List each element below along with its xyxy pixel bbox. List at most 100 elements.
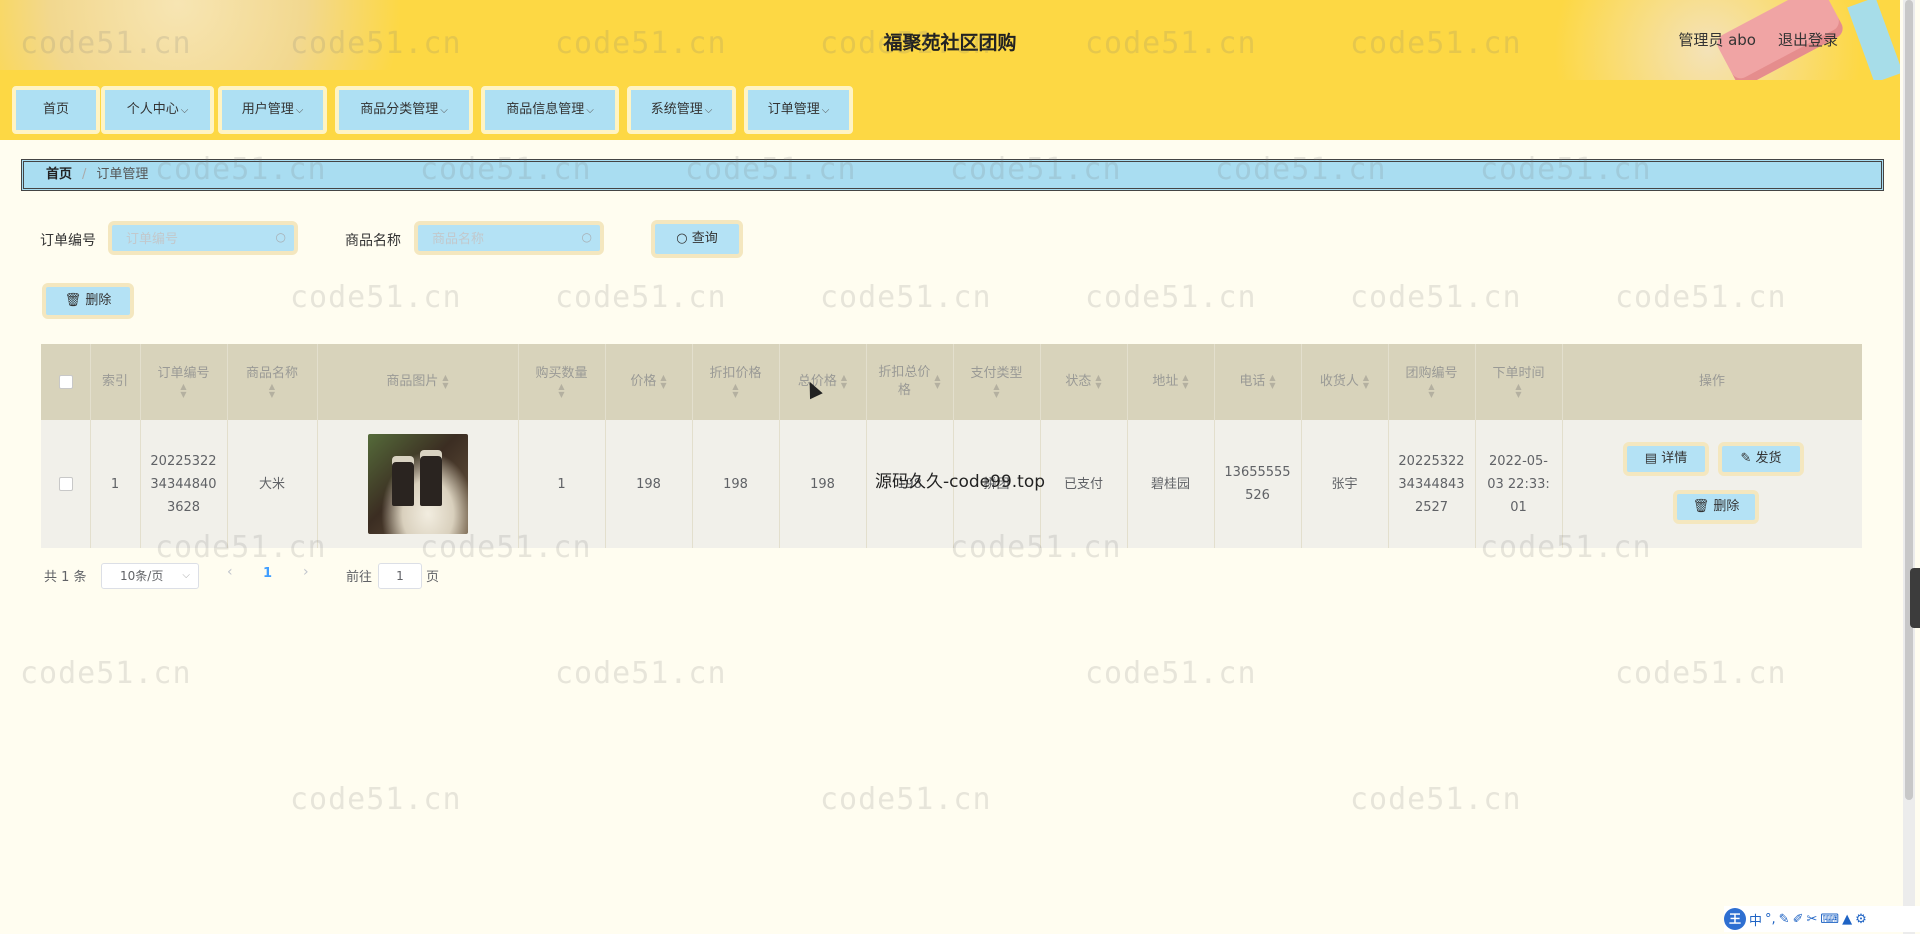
ime-punctuation-icon[interactable]: °, bbox=[1765, 912, 1776, 927]
column-header-index: 索引 bbox=[90, 344, 140, 420]
ship-button[interactable]: ✎ 发货 bbox=[1718, 442, 1804, 476]
cell-product-name: 大米 bbox=[258, 476, 285, 492]
watermark: code51.cn bbox=[290, 280, 462, 315]
column-header-address[interactable]: 地址 ▲ ▼ bbox=[1127, 344, 1214, 420]
page-size-select[interactable]: 10条/页 ⌵ bbox=[101, 563, 199, 589]
nav-item-user-management[interactable]: 用户管理 ⌵ bbox=[218, 86, 327, 134]
breadcrumb-home[interactable]: 首页 bbox=[46, 167, 72, 182]
pagination-total: 共 1 条 bbox=[44, 570, 87, 585]
column-header-total-price[interactable]: 总价格 ▲ ▼ bbox=[779, 344, 866, 420]
product-image[interactable] bbox=[367, 434, 468, 534]
sort-icon[interactable]: ▲ ▼ bbox=[841, 374, 847, 390]
sort-icon[interactable]: ▲ ▼ bbox=[558, 383, 564, 399]
cell-address: 碧桂园 bbox=[1150, 476, 1190, 492]
column-header-order-time[interactable]: 下单时间 ▲ ▼ bbox=[1475, 344, 1562, 420]
header-label: 索引 bbox=[101, 374, 128, 389]
column-header-price[interactable]: 价格 ▲ ▼ bbox=[605, 344, 692, 420]
nav-item-order-management[interactable]: 订单管理 ⌵ bbox=[744, 86, 853, 134]
top-header: 福聚苑社区团购 管理员 abo 退出登录 bbox=[0, 0, 1900, 82]
sort-icon[interactable]: ▲ ▼ bbox=[1515, 383, 1521, 399]
column-header-quantity[interactable]: 购买数量 ▲ ▼ bbox=[518, 344, 605, 420]
product-name-search-box[interactable]: ○ bbox=[414, 221, 604, 255]
cell-product-image bbox=[317, 420, 518, 548]
product-name-input[interactable] bbox=[418, 225, 584, 253]
user-info: 管理员 abo 退出登录 bbox=[1656, 29, 1838, 50]
sort-icon[interactable]: ▲ ▼ bbox=[934, 374, 940, 390]
cell-order-time: 2022-05- 03 22:33: 01 bbox=[1475, 420, 1562, 548]
watermark: code51.cn bbox=[820, 782, 992, 817]
cell-line: 526 bbox=[1245, 488, 1270, 503]
sort-icon[interactable]: ▲ ▼ bbox=[1095, 374, 1101, 390]
nav-label: 系统管理 bbox=[650, 102, 703, 117]
edit-icon: ✎ bbox=[1740, 451, 1756, 466]
row-delete-button[interactable]: 🗑 删除 bbox=[1673, 490, 1759, 524]
prev-page-icon[interactable]: ‹ bbox=[227, 564, 233, 580]
batch-delete-button[interactable]: 🗑 删除 bbox=[42, 283, 134, 319]
nav-item-product-management[interactable]: 商品信息管理 ⌵ bbox=[481, 86, 619, 134]
column-header-receiver[interactable]: 收货人 ▲ ▼ bbox=[1301, 344, 1388, 420]
nav-label: 用户管理 bbox=[241, 102, 294, 117]
sort-icon[interactable]: ▲ ▼ bbox=[1428, 383, 1434, 399]
select-all-checkbox[interactable] bbox=[58, 375, 73, 389]
query-button[interactable]: ○ 查询 bbox=[651, 220, 743, 258]
pen-icon[interactable]: ✎ bbox=[1779, 912, 1790, 927]
goto-page-input[interactable]: 1 bbox=[378, 563, 422, 589]
sort-icon[interactable]: ▲ ▼ bbox=[180, 383, 186, 399]
scrollbar-thumb[interactable] bbox=[1905, 0, 1913, 800]
chevron-down-icon: ⌵ bbox=[182, 570, 190, 581]
column-header-product-image[interactable]: 商品图片 ▲ ▼ bbox=[317, 344, 518, 420]
cell-receiver: 张宇 bbox=[1331, 476, 1358, 492]
order-number-input[interactable] bbox=[112, 225, 278, 253]
nav-item-category-management[interactable]: 商品分类管理 ⌵ bbox=[335, 86, 473, 134]
nav-item-personal-center[interactable]: 个人中心 ⌵ bbox=[101, 86, 214, 134]
column-header-product-name[interactable]: 商品名称 ▲ ▼ bbox=[227, 344, 317, 420]
nav-item-system-management[interactable]: 系统管理 ⌵ bbox=[627, 86, 736, 134]
nav-label: 个人中心 bbox=[126, 102, 179, 117]
ime-language-toggle[interactable]: 中 bbox=[1749, 910, 1762, 929]
order-number-search-box[interactable]: ○ bbox=[108, 221, 298, 255]
shirt-icon[interactable]: ▲ bbox=[1842, 912, 1852, 927]
column-header-pay-type[interactable]: 支付类型 ▲ ▼ bbox=[953, 344, 1040, 420]
header-label: 收货人 bbox=[1319, 374, 1359, 389]
scissors-icon[interactable]: ✂ bbox=[1806, 912, 1817, 927]
column-header-status[interactable]: 状态 ▲ ▼ bbox=[1040, 344, 1127, 420]
search-icon: ○ bbox=[581, 230, 592, 244]
header-select-all[interactable] bbox=[41, 344, 90, 420]
sort-icon[interactable]: ▲ ▼ bbox=[732, 383, 738, 399]
header-label: 团购编号 bbox=[1405, 366, 1458, 381]
sort-icon[interactable]: ▲ ▼ bbox=[442, 374, 448, 390]
gear-icon[interactable]: ⚙ bbox=[1855, 912, 1867, 927]
detail-button[interactable]: ▤ 详情 bbox=[1623, 442, 1709, 476]
current-page-number[interactable]: 1 bbox=[263, 566, 272, 581]
row-delete-label: 删除 bbox=[1713, 499, 1740, 514]
sort-icon[interactable]: ▲ ▼ bbox=[1363, 374, 1369, 390]
side-tab-handle[interactable] bbox=[1910, 568, 1920, 628]
cell-price: 198 bbox=[636, 476, 661, 492]
ime-logo-icon[interactable]: 王 bbox=[1724, 908, 1746, 930]
cell-quantity: 1 bbox=[557, 476, 566, 492]
sort-icon[interactable]: ▲ ▼ bbox=[660, 374, 666, 390]
next-page-icon[interactable]: › bbox=[303, 564, 309, 580]
nav-item-home[interactable]: 首页 bbox=[12, 86, 100, 134]
sort-icon[interactable]: ▲ ▼ bbox=[269, 383, 275, 399]
column-header-discount-price[interactable]: 折扣价格 ▲ ▼ bbox=[692, 344, 779, 420]
row-select-cell[interactable] bbox=[41, 420, 90, 548]
nav-label: 订单管理 bbox=[767, 102, 820, 117]
row-checkbox[interactable] bbox=[58, 477, 73, 491]
product-name-label: 商品名称 bbox=[345, 233, 401, 249]
query-button-label: 查询 bbox=[691, 231, 718, 246]
logout-link[interactable]: 退出登录 bbox=[1778, 31, 1838, 49]
sort-icon[interactable]: ▲ ▼ bbox=[993, 383, 999, 399]
edit-icon[interactable]: ✐ bbox=[1793, 912, 1804, 927]
header-label: 商品名称 bbox=[245, 366, 298, 381]
keyboard-icon[interactable]: ⌨ bbox=[1820, 912, 1839, 927]
column-header-group-no[interactable]: 团购编号 ▲ ▼ bbox=[1388, 344, 1475, 420]
column-header-discount-total[interactable]: 折扣总价格 ▲ ▼ bbox=[866, 344, 953, 420]
sort-icon[interactable]: ▲ ▼ bbox=[1182, 374, 1188, 390]
column-header-order-no[interactable]: 订单编号 ▲ ▼ bbox=[140, 344, 227, 420]
vertical-scrollbar[interactable] bbox=[1903, 0, 1915, 934]
search-icon: ○ bbox=[275, 230, 286, 244]
cell-line: 3628 bbox=[166, 499, 201, 515]
sort-icon[interactable]: ▲ ▼ bbox=[1269, 374, 1275, 390]
column-header-phone[interactable]: 电话 ▲ ▼ bbox=[1214, 344, 1301, 420]
